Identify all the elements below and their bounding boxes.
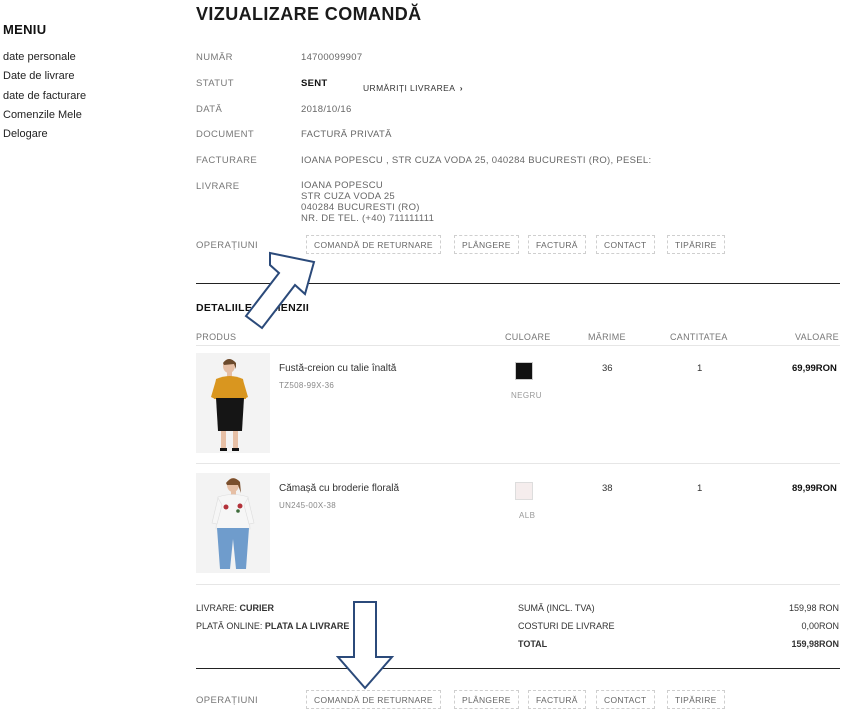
billing-label: FACTURARE xyxy=(196,155,258,166)
status-label: STATUT xyxy=(196,78,234,89)
shipping-cost-label: COSTURI DE LIVRARE xyxy=(518,621,615,631)
column-color: CULOARE xyxy=(505,332,551,342)
date-label: DATĂ xyxy=(196,104,223,115)
payment-method-label: PLATĂ ONLINE: xyxy=(196,621,263,631)
shipping-line: 040284 BUCURESTI (RO) xyxy=(301,202,420,213)
item-quantity: 1 xyxy=(697,483,703,494)
column-value: VALOARE xyxy=(795,332,839,342)
column-product: PRODUS xyxy=(196,332,237,342)
order-date: 2018/10/16 xyxy=(301,104,352,115)
color-name: NEGRU xyxy=(511,391,542,400)
sum-label: SUMĂ (INCL. TVA) xyxy=(518,603,595,613)
product-name[interactable]: Cămașă cu broderie florală xyxy=(279,483,399,494)
shipping-address: IOANA POPESCU STR CUZA VODA 25 040284 BU… xyxy=(301,180,434,224)
color-name: ALB xyxy=(519,511,536,520)
delivery-method-value: CURIER xyxy=(239,603,275,613)
print-button-bottom[interactable]: TIPĂRIRE xyxy=(667,690,725,709)
return-order-button[interactable]: COMANDĂ DE RETURNARE xyxy=(306,235,441,254)
model-skirt-illustration xyxy=(196,353,270,453)
column-quantity: CANTITATEA xyxy=(670,332,728,342)
total-label: TOTAL xyxy=(518,639,548,649)
invoice-button[interactable]: FACTURĂ xyxy=(528,235,586,254)
item-value: 69,99RON xyxy=(792,363,837,374)
contact-button-bottom[interactable]: CONTACT xyxy=(596,690,655,709)
color-swatch xyxy=(515,482,533,500)
color-swatch xyxy=(515,362,533,380)
track-delivery-link[interactable]: URMĂRIȚI LIVRAREA › xyxy=(363,78,463,96)
delivery-method: LIVRARE: CURIER xyxy=(196,603,274,613)
item-size: 36 xyxy=(602,363,613,374)
operations-label-bottom: OPERAȚIUNI xyxy=(196,695,259,706)
sum-value: 159,98 RON xyxy=(788,603,839,613)
shipping-cost-value: 0,00RON xyxy=(801,621,839,631)
model-shirt-illustration xyxy=(196,473,270,573)
shipping-label: LIVRARE xyxy=(196,181,240,192)
order-number-label: NUMĂR xyxy=(196,52,233,63)
item-value: 89,99RON xyxy=(792,483,837,494)
product-name[interactable]: Fustă-creion cu talie înaltă xyxy=(279,363,396,374)
payment-method: PLATĂ ONLINE: PLATA LA LIVRARE xyxy=(196,621,349,631)
chevron-right-icon: › xyxy=(459,83,463,93)
product-image-shirt[interactable] xyxy=(196,473,270,573)
contact-button[interactable]: CONTACT xyxy=(596,235,655,254)
sidebar-item-delogare[interactable]: Delogare xyxy=(3,128,48,140)
item-size: 38 xyxy=(602,483,613,494)
column-size: MĂRIME xyxy=(588,332,626,342)
product-image-skirt[interactable] xyxy=(196,353,270,453)
print-button[interactable]: TIPĂRIRE xyxy=(667,235,725,254)
shipping-line: NR. DE TEL. (+40) 711111111 xyxy=(301,213,435,224)
annotation-arrow-down-icon xyxy=(336,601,395,690)
status-value: SENT xyxy=(301,78,328,89)
shipping-line: IOANA POPESCU xyxy=(301,180,384,191)
sidebar-item-date-personale[interactable]: date personale xyxy=(3,51,76,63)
complaint-button[interactable]: PLÂNGERE xyxy=(454,235,519,254)
billing-address: IOANA POPESCU , STR CUZA VODA 25, 040284… xyxy=(301,155,652,166)
row-rule xyxy=(196,584,840,585)
complaint-button-bottom[interactable]: PLÂNGERE xyxy=(454,690,519,709)
item-quantity: 1 xyxy=(697,363,703,374)
order-number: 14700099907 xyxy=(301,52,363,63)
invoice-button-bottom[interactable]: FACTURĂ xyxy=(528,690,586,709)
product-sku: UN245-00X-38 xyxy=(279,501,336,510)
product-sku: TZ508-99X-36 xyxy=(279,381,335,390)
sidebar-item-comenzile-mele[interactable]: Comenzile Mele xyxy=(3,109,82,121)
document-label: DOCUMENT xyxy=(196,129,255,140)
sidebar-title: MENIU xyxy=(3,22,47,37)
sidebar-item-date-facturare[interactable]: date de facturare xyxy=(3,90,86,102)
header-rule xyxy=(196,345,840,346)
page-title: VIZUALIZARE COMANDĂ xyxy=(196,4,422,24)
document-value: FACTURĂ PRIVATĂ xyxy=(301,129,392,140)
delivery-method-label: LIVRARE: xyxy=(196,603,238,613)
total-value: 159,98RON xyxy=(791,639,839,649)
sidebar-item-date-livrare[interactable]: Date de livrare xyxy=(3,70,75,82)
annotation-arrow-up-icon xyxy=(244,251,316,330)
shipping-line: STR CUZA VODA 25 xyxy=(301,191,396,202)
track-delivery-label: URMĂRIȚI LIVRAREA xyxy=(363,83,456,93)
section-divider xyxy=(196,668,840,669)
row-rule xyxy=(196,463,840,464)
return-order-button-bottom[interactable]: COMANDĂ DE RETURNARE xyxy=(306,690,441,709)
